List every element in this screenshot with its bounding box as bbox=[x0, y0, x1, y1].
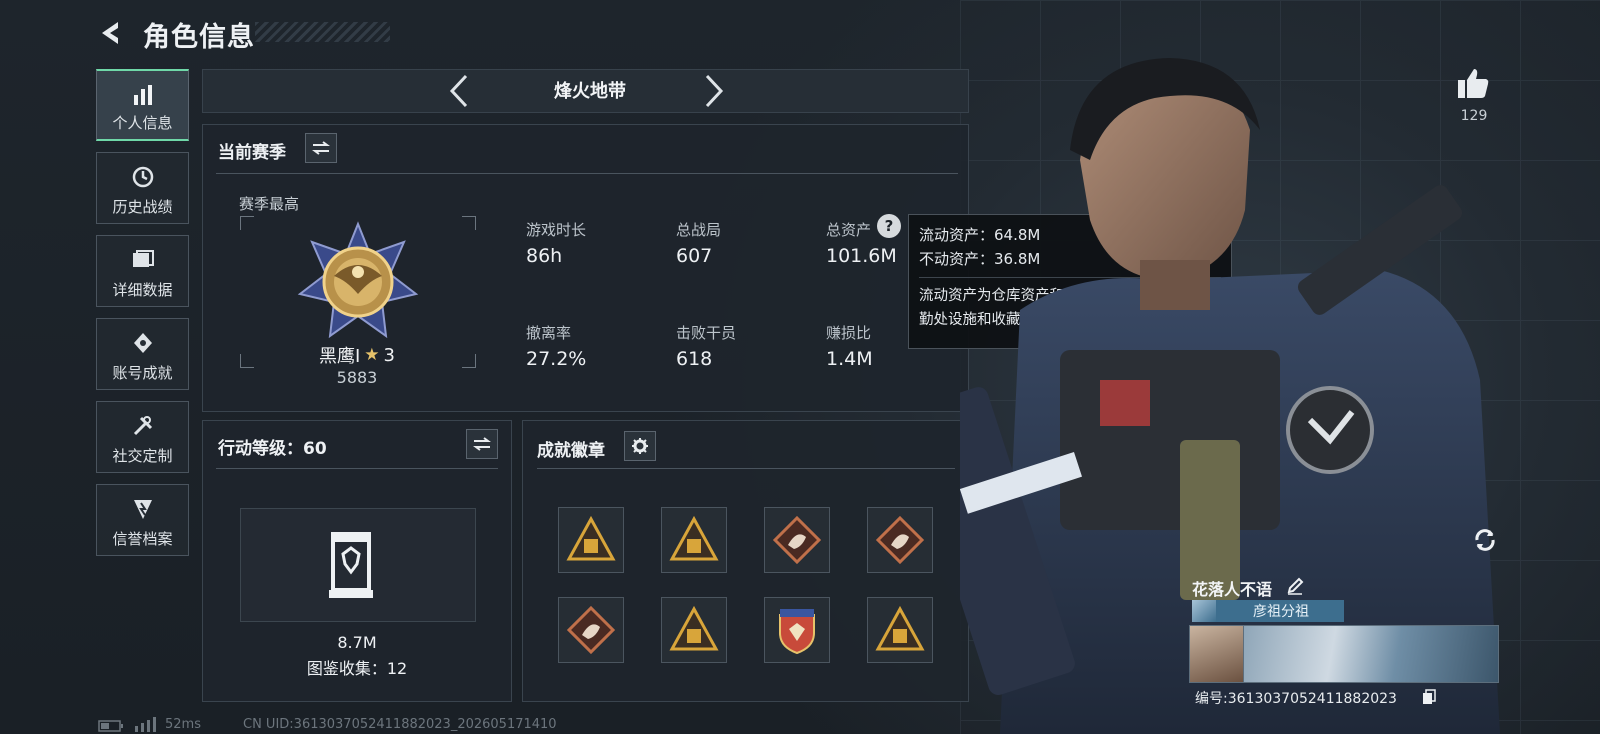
tools-icon bbox=[133, 416, 153, 436]
frame-corner bbox=[240, 354, 254, 368]
stat-value: 101.6M bbox=[826, 245, 897, 267]
frame-corner bbox=[462, 354, 476, 368]
collection-count: 图鉴收集：12 bbox=[306, 659, 408, 678]
achievement-icon bbox=[134, 333, 152, 353]
sidebar-item-history[interactable]: 历史战绩 bbox=[96, 152, 189, 224]
signal-icon bbox=[135, 717, 156, 732]
sidebar-item-label: 社交定制 bbox=[112, 447, 173, 465]
sidebar-item-label: 详细数据 bbox=[112, 281, 173, 299]
prev-mode-arrow-icon[interactable] bbox=[448, 74, 470, 108]
collection-case-icon[interactable] bbox=[327, 528, 375, 600]
back-arrow-icon[interactable] bbox=[98, 20, 124, 46]
refresh-icon[interactable] bbox=[1471, 526, 1499, 554]
triangle-badge-icon bbox=[566, 515, 616, 561]
title-decoration bbox=[255, 22, 390, 42]
triangle-badge-icon bbox=[669, 605, 719, 651]
achievement-badge[interactable] bbox=[764, 597, 830, 663]
season-switch-button[interactable] bbox=[305, 133, 337, 163]
player-title: 彦祖分祖 bbox=[1253, 604, 1309, 620]
achievement-badge[interactable] bbox=[661, 507, 727, 573]
achievement-badge[interactable] bbox=[558, 507, 624, 573]
achievement-badge[interactable] bbox=[764, 507, 830, 573]
sidebar-item-personal-info[interactable]: 个人信息 bbox=[96, 69, 189, 141]
badges-settings-button[interactable] bbox=[624, 431, 656, 461]
action-level-title: 行动等级：60 bbox=[218, 439, 327, 459]
likes-count: 129 bbox=[1460, 108, 1488, 124]
achievement-badge[interactable] bbox=[867, 597, 933, 663]
stat-label: 游戏时长 bbox=[526, 221, 587, 239]
mode-title: 烽火地带 bbox=[554, 81, 626, 102]
bar-chart-icon bbox=[134, 85, 152, 105]
frame-corner bbox=[240, 216, 254, 230]
sidebar-item-details[interactable]: 详细数据 bbox=[96, 235, 189, 307]
battery-icon bbox=[98, 720, 123, 732]
stat-label: 总资产 bbox=[826, 221, 872, 239]
edit-icon[interactable] bbox=[1286, 577, 1304, 595]
rank-emblem-icon bbox=[297, 221, 419, 339]
divider bbox=[537, 468, 955, 469]
swap-icon bbox=[312, 141, 330, 155]
player-name: 花落人不语 bbox=[1192, 580, 1273, 599]
stat-value: 27.2% bbox=[526, 348, 587, 370]
triangle-badge-icon bbox=[669, 515, 719, 561]
sidebar-item-label: 信誉档案 bbox=[112, 530, 173, 548]
avatar[interactable] bbox=[1189, 625, 1245, 683]
stat-label: 赚损比 bbox=[826, 324, 872, 342]
diamond-badge-icon bbox=[566, 605, 616, 655]
achievement-badge[interactable] bbox=[661, 597, 727, 663]
action-level-switch-button[interactable] bbox=[466, 429, 498, 459]
next-mode-arrow-icon[interactable] bbox=[703, 74, 725, 108]
achievement-badge[interactable] bbox=[558, 597, 624, 663]
player-id: 编号:3613037052411882023 bbox=[1195, 691, 1397, 707]
gear-icon bbox=[632, 438, 648, 454]
stat-label: 撤离率 bbox=[526, 324, 572, 342]
diamond-badge-icon bbox=[772, 515, 822, 565]
sidebar-item-label: 个人信息 bbox=[112, 114, 173, 132]
sidebar-item-label: 历史战绩 bbox=[112, 198, 173, 216]
collection-value: 8.7M bbox=[337, 633, 377, 652]
badges-title: 成就徽章 bbox=[537, 441, 605, 461]
frame-corner bbox=[462, 216, 476, 230]
ping-text: 52ms bbox=[165, 717, 201, 732]
thumbs-up-icon[interactable] bbox=[1456, 66, 1490, 100]
sidebar-item-credit[interactable]: 信誉档案 bbox=[96, 484, 189, 556]
folder-icon bbox=[133, 250, 154, 267]
divider bbox=[216, 468, 498, 469]
stat-label: 总战局 bbox=[676, 221, 722, 239]
page-title: 角色信息 bbox=[143, 22, 255, 53]
season-title: 当前赛季 bbox=[218, 143, 286, 163]
stat-value: 618 bbox=[676, 348, 713, 370]
rank-score: 5883 bbox=[336, 368, 378, 387]
sidebar-item-social[interactable]: 社交定制 bbox=[96, 401, 189, 473]
triangle-badge-icon bbox=[875, 605, 925, 651]
sidebar-item-achievements[interactable]: 账号成就 bbox=[96, 318, 189, 390]
achievement-badge[interactable] bbox=[867, 507, 933, 573]
credit-icon bbox=[134, 500, 152, 519]
history-icon bbox=[132, 166, 154, 188]
stat-value: 86h bbox=[526, 245, 563, 267]
divider bbox=[216, 173, 958, 174]
stat-label: 击败干员 bbox=[676, 324, 737, 342]
help-icon[interactable]: ? bbox=[877, 214, 901, 238]
player-banner-image[interactable] bbox=[1243, 625, 1499, 683]
uid-text: CN UID:3613037052411882023_202605171410 bbox=[243, 717, 557, 732]
shield-badge-icon bbox=[779, 609, 815, 655]
title-badge-icon bbox=[1192, 600, 1216, 622]
sidebar-item-label: 账号成就 bbox=[112, 364, 173, 382]
stat-value: 607 bbox=[676, 245, 713, 267]
diamond-badge-icon bbox=[875, 515, 925, 565]
star-icon: ★ bbox=[364, 345, 380, 365]
rank-stars: 3 bbox=[383, 344, 395, 366]
rank-name: 黑鹰Ⅰ bbox=[318, 346, 361, 367]
rank-row: 黑鹰Ⅰ ★ 3 bbox=[312, 342, 402, 368]
stat-value: 1.4M bbox=[826, 348, 873, 370]
season-best-label: 赛季最高 bbox=[239, 195, 300, 213]
swap-icon bbox=[473, 437, 491, 451]
copy-icon[interactable] bbox=[1422, 689, 1436, 705]
